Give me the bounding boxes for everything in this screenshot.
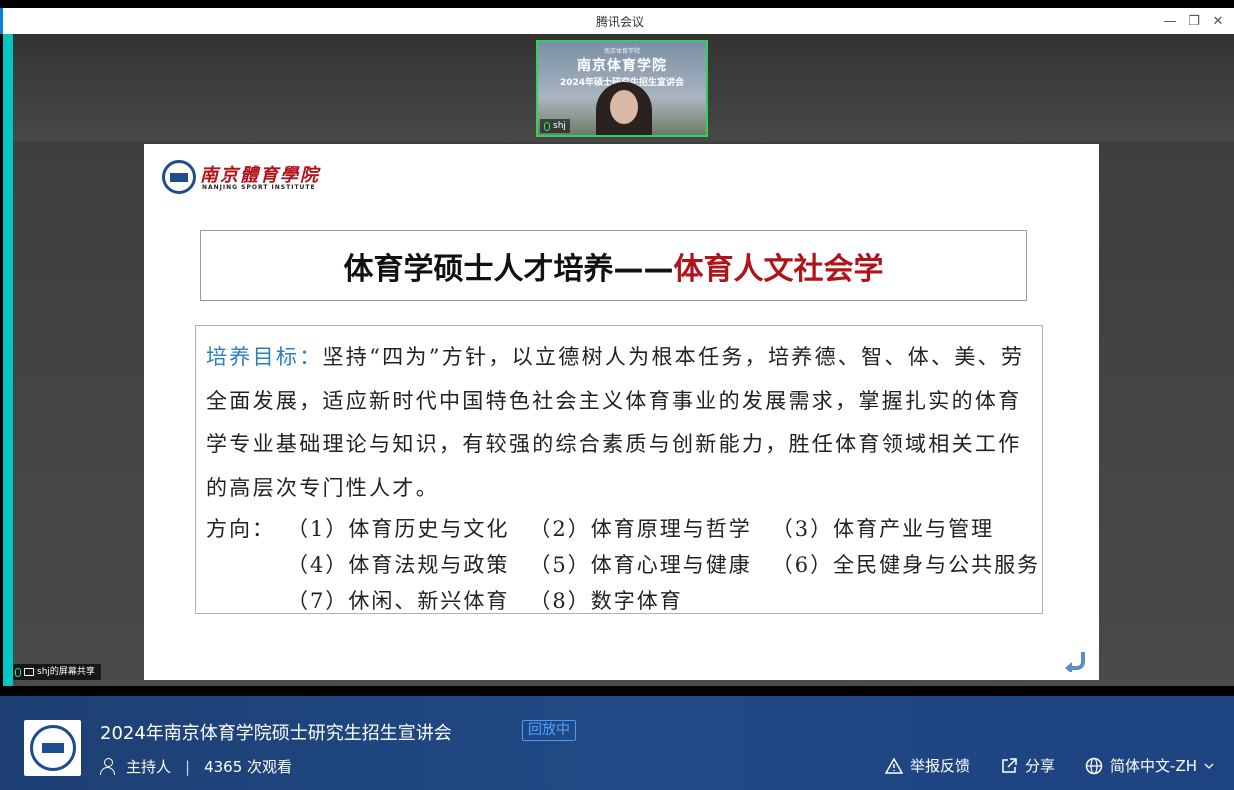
- school-seal-icon: [29, 725, 76, 771]
- speaker-face: [610, 90, 638, 124]
- screen-share-icon: [24, 668, 34, 676]
- participant-label: shj: [540, 119, 570, 133]
- direction-item: （1）体育历史与文化: [287, 517, 510, 541]
- school-logo-en: NANJING SPORT INSTITUTE: [202, 184, 316, 191]
- close-button[interactable]: ✕: [1208, 11, 1228, 31]
- host-label: 主持人: [126, 758, 172, 776]
- restore-button[interactable]: ❐: [1184, 11, 1204, 31]
- slide-heading: 体育学硕士人才培养—— 体育人文社会学: [200, 230, 1027, 301]
- screen-share-badge: shj的屏幕共享: [13, 664, 101, 680]
- globe-icon: [1085, 757, 1103, 774]
- direction-item: （8）数字体育: [529, 589, 683, 613]
- status-badge: 回放中: [522, 720, 576, 741]
- chevron-down-icon: [1204, 763, 1214, 769]
- warning-icon: [885, 756, 903, 774]
- report-label: 举报反馈: [910, 757, 971, 775]
- slide-heading-main: 体育学硕士人才培养——: [343, 251, 674, 287]
- direction-item: （5）体育心理与健康: [529, 553, 752, 577]
- report-button[interactable]: 举报反馈: [885, 755, 970, 776]
- window-controls: — ❐ ✕: [1160, 11, 1228, 31]
- participant-name: shj: [553, 121, 566, 131]
- window-title: 腾讯会议: [595, 15, 644, 29]
- direction-row: （4）体育法规与政策 （5）体育心理与健康 （6）全民健身与公共服务: [206, 547, 1038, 583]
- direction-item: （7）休闲、新兴体育: [287, 589, 510, 613]
- view-count: 4365 次观看: [204, 758, 293, 776]
- direction-item: （3）体育产业与管理: [771, 517, 995, 541]
- direction-item: （6）全民健身与公共服务: [771, 553, 1041, 577]
- school-seal-icon: [162, 160, 196, 194]
- direction-row: （7）休闲、新兴体育 （8）数字体育: [206, 583, 1034, 619]
- goal-text: 坚持“四为”方针，以立德树人为根本任务，培养德、智、体、美、劳全面发展，适应新时…: [206, 345, 1025, 500]
- language-selector[interactable]: 简体中文-ZH: [1085, 755, 1214, 776]
- mic-icon: [15, 667, 21, 677]
- live-info-bar: 2024年南京体育学院硕士研究生招生宣讲会 回放中 主持人 | 4365 次观看…: [0, 696, 1234, 790]
- window-title-bar: 腾讯会议 — ❐ ✕: [0, 8, 1234, 34]
- meta-divider: |: [185, 757, 191, 776]
- top-strip: [0, 0, 1234, 8]
- share-icon: [1002, 757, 1017, 773]
- participant-video[interactable]: 南京体育学院 南京体育学院 2024年硕士研究生招生宣讲会 shj: [536, 40, 708, 137]
- goal-label: 培养目标：: [206, 345, 323, 369]
- direction-label: 方向：: [206, 517, 275, 541]
- user-icon: [100, 758, 116, 775]
- organizer-avatar: [24, 720, 81, 776]
- direction-row: 方向： （1）体育历史与文化 （2）体育原理与哲学 （3）体育产业与管理: [206, 511, 1034, 547]
- slide-heading-highlight: 体育人文社会学: [673, 251, 884, 287]
- bottom-strip: [0, 686, 1234, 696]
- meeting-stage: 南京体育学院 南京体育学院 2024年硕士研究生招生宣讲会 shj 南京體育學院…: [3, 34, 1234, 686]
- action-bar: 举报反馈 分享 简体中文-ZH: [885, 755, 1214, 776]
- screen-share-label: shj的屏幕共享: [37, 667, 95, 677]
- direction-item: （4）体育法规与政策: [287, 553, 510, 577]
- video-banner-title: 南京体育学院: [577, 58, 667, 74]
- share-label: 分享: [1025, 757, 1056, 775]
- direction-list: 方向： （1）体育历史与文化 （2）体育原理与哲学 （3）体育产业与管理 （4）…: [206, 511, 1038, 619]
- video-banner-small: 南京体育学院: [603, 48, 640, 55]
- shared-slide: 南京體育學院 NANJING SPORT INSTITUTE 体育学硕士人才培养…: [144, 144, 1099, 680]
- goal-paragraph: 培养目标：坚持“四为”方针，以立德树人为根本任务，培养德、智、体、美、劳全面发展…: [206, 336, 1034, 510]
- slide-body: 培养目标：坚持“四为”方针，以立德树人为根本任务，培养德、智、体、美、劳全面发展…: [195, 325, 1043, 614]
- return-arrow-icon[interactable]: [1063, 650, 1089, 672]
- share-button[interactable]: 分享: [1000, 755, 1055, 776]
- minimize-button[interactable]: —: [1160, 11, 1180, 31]
- event-meta: 主持人 | 4365 次观看: [100, 756, 292, 777]
- event-title: 2024年南京体育学院硕士研究生招生宣讲会: [100, 723, 452, 744]
- mic-icon: [544, 121, 550, 131]
- language-label: 简体中文-ZH: [1110, 757, 1197, 775]
- direction-item: （2）体育原理与哲学: [529, 517, 752, 541]
